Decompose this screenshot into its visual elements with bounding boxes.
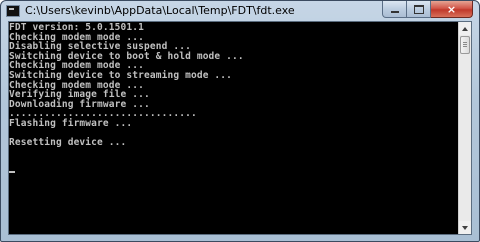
console-window: C:\Users\kevinb\AppData\Local\Temp\FDT\f…	[0, 0, 480, 242]
maximize-button[interactable]	[407, 1, 431, 18]
scroll-down-button[interactable]	[459, 221, 471, 234]
text-cursor	[9, 170, 15, 173]
close-icon: ×	[446, 2, 457, 16]
grip-line	[463, 42, 467, 43]
console-icon[interactable]	[6, 5, 20, 17]
minimize-button[interactable]	[382, 1, 407, 18]
grip-line	[463, 46, 467, 47]
console-line: Flashing firmware ...	[9, 117, 133, 129]
grip-line	[463, 44, 467, 45]
prompt-line	[9, 148, 458, 173]
close-button[interactable]: ×	[431, 1, 473, 18]
window-title: C:\Users\kevinb\AppData\Local\Temp\FDT\f…	[25, 4, 295, 17]
arrow-down-icon	[462, 225, 468, 230]
minimize-icon	[390, 11, 399, 13]
maximize-icon	[413, 4, 424, 14]
caption-buttons: ×	[382, 1, 473, 19]
console-output[interactable]: FDT version: 5.0.1501.1 Checking modem m…	[9, 22, 458, 234]
scroll-up-button[interactable]	[459, 22, 471, 35]
console-line: Resetting device ...	[9, 137, 127, 149]
title-bar[interactable]: C:\Users\kevinb\AppData\Local\Temp\FDT\f…	[1, 1, 479, 21]
arrow-up-icon	[462, 26, 468, 31]
vertical-scrollbar[interactable]	[458, 22, 471, 234]
console-client-area[interactable]: FDT version: 5.0.1501.1 Checking modem m…	[8, 21, 472, 235]
scrollbar-thumb[interactable]	[460, 36, 470, 54]
